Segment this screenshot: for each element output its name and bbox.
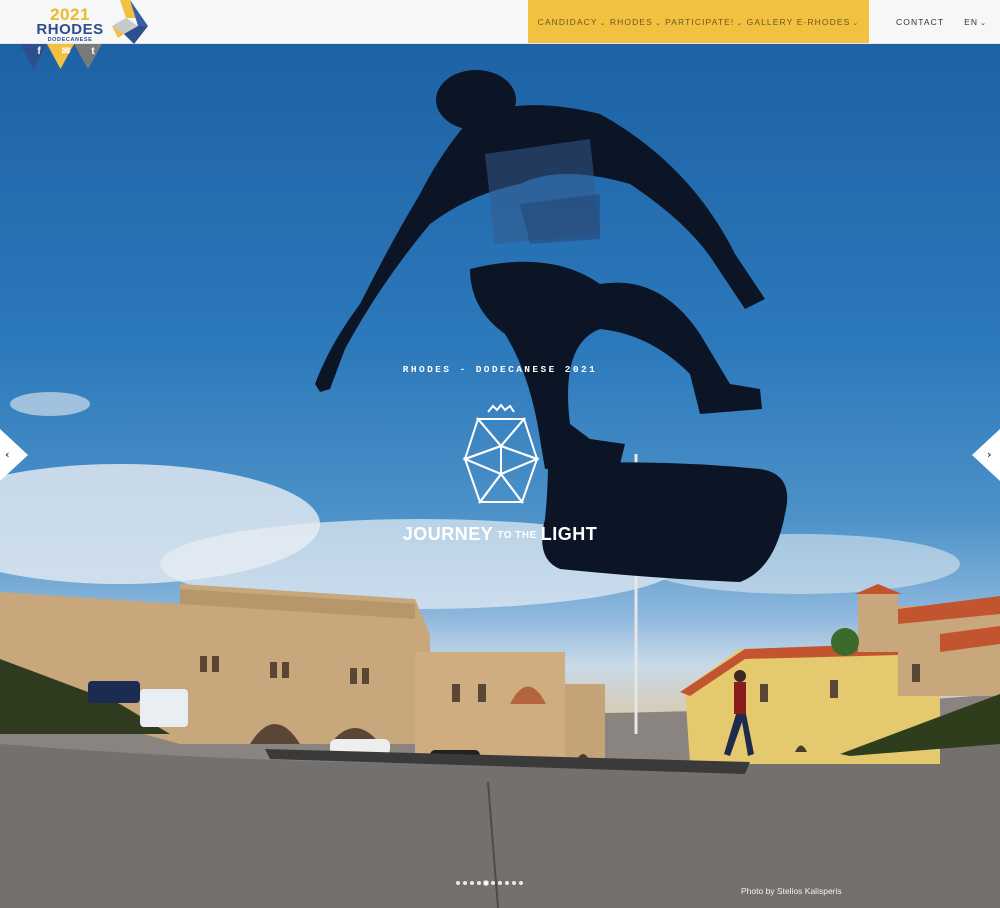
nav-item-participate[interactable]: PARTICIPATE! ⌄ bbox=[665, 17, 743, 27]
chevron-down-icon: ⌄ bbox=[599, 19, 607, 27]
chevron-down-icon: ⌄ bbox=[654, 19, 662, 27]
photo-credit: Photo by Stelios Kalisperis bbox=[741, 886, 842, 896]
twitter-icon[interactable]: t bbox=[86, 46, 100, 57]
slide-dot[interactable] bbox=[484, 881, 488, 885]
main-nav: CANDIDACY ⌄ RHODES ⌄ PARTICIPATE! ⌄ GALLERY… bbox=[528, 0, 869, 43]
slide-dot[interactable] bbox=[470, 881, 474, 885]
nav-item-e-rhodes[interactable]: E-RHODES ⌄ bbox=[797, 17, 860, 27]
nav-item-rhodes[interactable]: RHODES ⌄ bbox=[610, 17, 662, 27]
site-logo[interactable]: 2021 RHODES DODECANESE f ✉ t bbox=[18, 0, 153, 72]
chevron-left-icon[interactable]: ‹ bbox=[0, 429, 28, 481]
chevron-right-icon[interactable]: › bbox=[972, 429, 1000, 481]
language-selector[interactable]: EN ⌄ bbox=[964, 17, 987, 27]
logo-mark-icon bbox=[112, 0, 148, 44]
hero-photo bbox=[0, 70, 1000, 908]
nav-item-contact[interactable]: CONTACT bbox=[896, 17, 944, 27]
secondary-nav: CONTACT EN ⌄ bbox=[896, 0, 987, 43]
slide-dot[interactable] bbox=[491, 881, 495, 885]
facebook-icon[interactable]: f bbox=[32, 46, 46, 57]
slide-dot[interactable] bbox=[477, 881, 481, 885]
chevron-down-icon: ⌄ bbox=[852, 19, 860, 27]
slide-pagination bbox=[456, 881, 523, 885]
chevron-down-icon: ⌄ bbox=[980, 19, 988, 27]
slide-dot[interactable] bbox=[512, 881, 516, 885]
nav-item-candidacy[interactable]: CANDIDACY ⌄ bbox=[538, 17, 607, 27]
mail-icon[interactable]: ✉ bbox=[59, 46, 73, 57]
slide-dot[interactable] bbox=[505, 881, 509, 885]
slide-dot[interactable] bbox=[519, 881, 523, 885]
hero-tagline: RHODES - DODECANESE 2021 bbox=[402, 364, 598, 375]
hero-title: JOURNEY TO THE LIGHT bbox=[402, 524, 598, 544]
site-header: 2021 RHODES DODECANESE f ✉ t CANDIDACY ⌄ … bbox=[0, 0, 1000, 69]
slide-dot[interactable] bbox=[463, 881, 467, 885]
chevron-down-icon: ⌄ bbox=[736, 19, 744, 27]
hero-slider: RHODES - DODECANESE 2021 JOURNEY TO THE LI… bbox=[0, 44, 1000, 908]
slide-dot[interactable] bbox=[456, 881, 460, 885]
slide-dot[interactable] bbox=[498, 881, 502, 885]
nav-item-gallery[interactable]: GALLERY bbox=[747, 17, 794, 27]
logo-city: RHODES bbox=[36, 21, 104, 38]
logo-subtitle: DODECANESE bbox=[47, 37, 93, 43]
